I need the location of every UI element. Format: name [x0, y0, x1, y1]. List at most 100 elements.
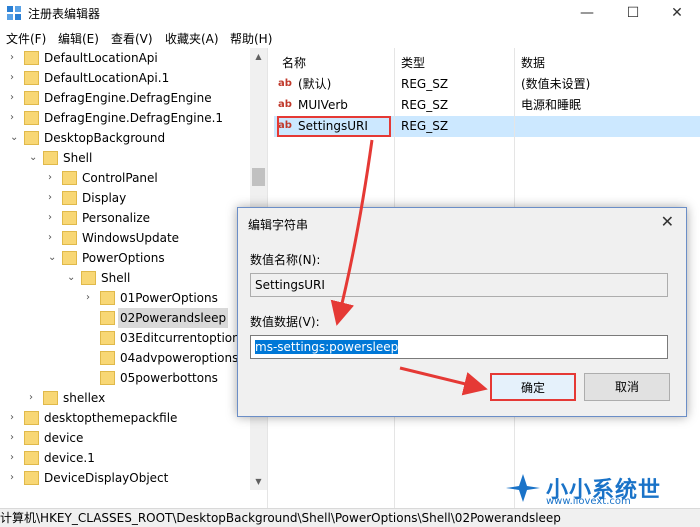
edit-string-dialog: 编辑字符串 ✕ 数值名称(N): SettingsURI 数值数据(V): ms…: [237, 207, 687, 417]
folder-icon: [62, 171, 77, 185]
folder-icon: [24, 91, 39, 105]
expand-toggle-icon[interactable]: ›: [10, 408, 20, 428]
folder-icon: [62, 191, 77, 205]
expand-toggle-icon[interactable]: ›: [29, 388, 39, 408]
value-data-text: ms-settings:powersleep: [255, 340, 399, 354]
expand-toggle-icon[interactable]: ⌄: [29, 148, 39, 168]
value-name: (默认): [298, 77, 332, 91]
dialog-close-button[interactable]: ✕: [661, 212, 674, 231]
window-title: 注册表编辑器: [28, 7, 101, 21]
tree-item-label: PowerOptions: [82, 251, 165, 265]
value-name: MUIVerb: [298, 98, 348, 112]
tree-item-label: 03Editcurrentoptions: [120, 331, 246, 345]
tree-item-label: Shell: [101, 271, 131, 285]
folder-icon: [100, 331, 115, 345]
column-header-name[interactable]: 名称: [282, 52, 306, 74]
status-bar: 计算机\HKEY_CLASSES_ROOT\DesktopBackground\…: [0, 508, 700, 527]
tree-item-label: desktopthemepackfile: [44, 411, 178, 425]
folder-icon: [100, 311, 115, 325]
expand-toggle-icon[interactable]: ›: [10, 108, 20, 128]
folder-icon: [24, 431, 39, 445]
value-row[interactable]: ab MUIVerb REG_SZ 电源和睡眠: [274, 95, 700, 116]
expand-toggle-icon[interactable]: ⌄: [10, 128, 20, 148]
expand-toggle-icon[interactable]: ›: [10, 468, 20, 488]
tree-item-label: DefragEngine.DefragEngine: [44, 91, 212, 105]
folder-icon: [24, 411, 39, 425]
tree-item-label: 04advpoweroptions: [120, 351, 239, 365]
folder-icon: [43, 151, 58, 165]
expand-toggle-icon[interactable]: ›: [48, 168, 58, 188]
string-value-icon: ab: [278, 78, 292, 89]
menu-favorites[interactable]: 收藏夹(A): [165, 30, 219, 47]
expand-toggle-icon[interactable]: ›: [48, 208, 58, 228]
expand-toggle-icon[interactable]: ›: [10, 48, 20, 68]
watermark-url: www.ilovext.com: [546, 496, 631, 507]
folder-icon: [43, 391, 58, 405]
value-data: 电源和睡眠: [521, 98, 582, 112]
tree-item-label: shellex: [63, 391, 106, 405]
column-header-type[interactable]: 类型: [401, 52, 425, 74]
scroll-thumb[interactable]: [252, 168, 265, 186]
tree-item-label: DeviceDisplayObject: [44, 471, 169, 485]
close-button[interactable]: ✕: [654, 0, 700, 26]
expand-toggle-icon[interactable]: ›: [10, 88, 20, 108]
value-data-field[interactable]: ms-settings:powersleep: [250, 335, 668, 359]
expand-toggle-icon[interactable]: ›: [10, 448, 20, 468]
expand-toggle-icon[interactable]: ›: [10, 68, 20, 88]
menu-edit[interactable]: 编辑(E): [58, 30, 99, 47]
tree-item-label: WindowsUpdate: [82, 231, 180, 245]
column-header-data[interactable]: 数据: [521, 52, 545, 74]
folder-icon: [24, 451, 39, 465]
folder-icon: [100, 291, 115, 305]
value-type: REG_SZ: [401, 77, 449, 91]
scroll-down-icon[interactable]: ▼: [250, 473, 267, 490]
ok-button[interactable]: 确定: [490, 373, 576, 401]
value-row[interactable]: ab (默认) REG_SZ (数值未设置): [274, 74, 700, 95]
tree-item-label: Display: [82, 191, 127, 205]
menu-file[interactable]: 文件(F): [6, 30, 46, 47]
value-type: REG_SZ: [401, 98, 449, 112]
tree-item-label: device.1: [44, 451, 95, 465]
folder-icon: [62, 211, 77, 225]
brand-logo-icon: [506, 474, 540, 502]
tree-item-label: DefaultLocationApi: [44, 51, 158, 65]
value-name-label: 数值名称(N):: [250, 253, 321, 267]
cancel-button[interactable]: 取消: [584, 373, 670, 401]
expand-toggle-icon[interactable]: ›: [48, 188, 58, 208]
folder-icon: [24, 111, 39, 125]
folder-icon: [62, 251, 77, 265]
folder-icon: [62, 231, 77, 245]
minimize-button[interactable]: —: [564, 0, 610, 26]
dialog-title: 编辑字符串: [248, 218, 309, 232]
tree-item-label: 02Powerandsleep: [118, 308, 229, 328]
expand-toggle-icon[interactable]: ›: [10, 428, 20, 448]
expand-toggle-icon[interactable]: ⌄: [48, 248, 58, 268]
folder-icon: [81, 271, 96, 285]
value-name-field: SettingsURI: [250, 273, 668, 297]
menu-view[interactable]: 查看(V): [111, 30, 153, 47]
maximize-button[interactable]: ☐: [610, 0, 656, 26]
folder-icon: [24, 471, 39, 485]
tree-item-label: 05powerbottons: [120, 371, 218, 385]
tree-item-label: device: [44, 431, 84, 445]
tree-item-label: DesktopBackground: [44, 131, 166, 145]
tree-item-label: DefragEngine.DefragEngine.1: [44, 111, 224, 125]
folder-icon: [24, 71, 39, 85]
tree-item-label: ControlPanel: [82, 171, 158, 185]
folder-icon: [100, 371, 115, 385]
annotation-box: [277, 116, 391, 137]
tree-item-label: Shell: [63, 151, 93, 165]
folder-icon: [24, 131, 39, 145]
menu-help[interactable]: 帮助(H): [230, 30, 272, 47]
registry-tree: › DefaultLocationApi › DefaultLocationApi.1…: [0, 48, 268, 508]
value-type: REG_SZ: [401, 119, 449, 133]
expand-toggle-icon[interactable]: ›: [48, 228, 58, 248]
tree-item-label: 01PowerOptions: [120, 291, 218, 305]
watermark: 小小系统世 www.ilovext.com: [500, 468, 700, 508]
folder-icon: [100, 351, 115, 365]
scroll-up-icon[interactable]: ▲: [250, 48, 267, 65]
folder-icon: [24, 51, 39, 65]
expand-toggle-icon[interactable]: ›: [86, 288, 96, 308]
menu-bar: 文件(F) 编辑(E) 查看(V) 收藏夹(A) 帮助(H): [0, 28, 700, 48]
expand-toggle-icon[interactable]: ⌄: [67, 268, 77, 288]
